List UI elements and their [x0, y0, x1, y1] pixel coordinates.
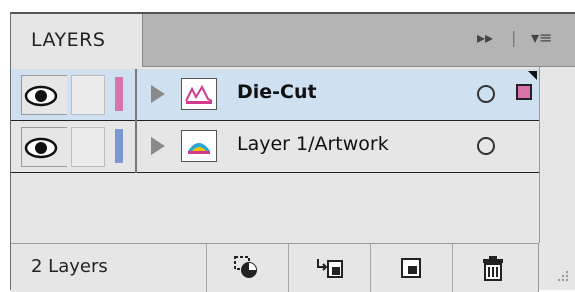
- layers-panel: LAYERS ▸▸ | ▾≡ Die-Cut Layer 1/Artwork 2…: [10, 12, 575, 292]
- make-clipping-mask-button[interactable]: [206, 244, 286, 292]
- layer-name[interactable]: Die-Cut: [237, 81, 317, 103]
- layer-name[interactable]: Layer 1/Artwork: [237, 133, 389, 155]
- layer-thumbnail: [181, 78, 217, 110]
- create-sublayer-button[interactable]: [288, 244, 368, 292]
- eye-icon: [24, 137, 58, 159]
- selection-indicator[interactable]: [516, 84, 532, 100]
- collapse-panel-icon[interactable]: ▸▸: [477, 28, 493, 47]
- lock-toggle[interactable]: [71, 127, 105, 167]
- tab-layers[interactable]: LAYERS: [11, 14, 143, 67]
- target-circle-icon[interactable]: [477, 85, 495, 103]
- make-clipping-mask-icon: [234, 256, 257, 278]
- delete-layer-button[interactable]: [452, 244, 532, 292]
- column-divider: [135, 121, 137, 173]
- visibility-toggle[interactable]: [21, 127, 67, 167]
- panel-tab-bar: LAYERS ▸▸ | ▾≡: [11, 14, 575, 67]
- create-layer-button[interactable]: [370, 244, 450, 292]
- resize-grip-icon[interactable]: [551, 250, 571, 286]
- current-layer-corner-icon: [528, 71, 537, 80]
- layer-color-swatch: [115, 129, 123, 163]
- layer-color-swatch: [115, 77, 123, 111]
- expand-triangle-icon[interactable]: [151, 137, 165, 155]
- eye-icon: [24, 85, 58, 107]
- lock-toggle[interactable]: [71, 75, 105, 115]
- tab-layers-label: LAYERS: [31, 29, 106, 51]
- visibility-toggle[interactable]: [21, 75, 67, 115]
- panel-menu-icon[interactable]: ▾≡: [531, 28, 552, 47]
- target-circle-icon[interactable]: [477, 137, 495, 155]
- layer-row-die-cut[interactable]: Die-Cut: [11, 69, 539, 121]
- trash-icon: [483, 256, 503, 281]
- create-layer-icon: [401, 258, 421, 278]
- create-sublayer-icon: [317, 259, 343, 278]
- panel-footer: 2 Layers: [11, 243, 539, 292]
- expand-triangle-icon[interactable]: [151, 85, 165, 103]
- column-divider: [135, 69, 137, 121]
- panel-divider: |: [511, 28, 517, 47]
- layers-list: Die-Cut Layer 1/Artwork: [11, 67, 540, 243]
- layer-row-artwork[interactable]: Layer 1/Artwork: [11, 121, 539, 173]
- layer-thumbnail: [181, 130, 217, 162]
- layer-count: 2 Layers: [31, 256, 108, 277]
